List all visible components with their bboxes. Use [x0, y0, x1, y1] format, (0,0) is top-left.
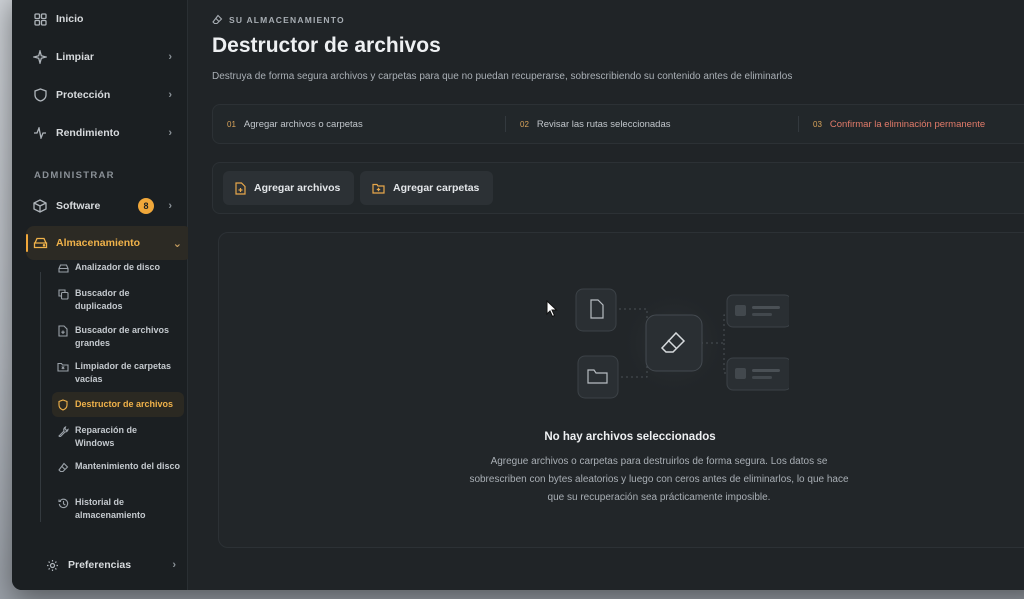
sidebar-item-label: Rendimiento — [56, 127, 120, 139]
sparkle-icon — [32, 49, 48, 65]
chevron-right-icon: › — [168, 89, 172, 101]
step-2: 02 Revisar las rutas seleccionadas — [506, 116, 799, 132]
sidebar-item-label: Inicio — [56, 13, 84, 25]
sub-item-historial-de-almacenamiento[interactable]: Historial de almacenamiento — [52, 496, 170, 522]
sub-item-buscador-de-archivos-grandes[interactable]: Buscador de archivos grandes — [52, 324, 180, 350]
breadcrumb-label: SU ALMACENAMIENTO — [229, 14, 345, 25]
step-label: Agregar archivos o carpetas — [243, 118, 363, 130]
chevron-right-icon: › — [168, 127, 172, 139]
add-folders-label: Agregar carpetas — [393, 182, 480, 194]
folder-icon — [577, 355, 619, 399]
step-number: 01 — [227, 119, 236, 129]
actions-panel: Agregar archivos Agregar carpetas — [212, 162, 1024, 214]
gear-icon — [44, 557, 60, 573]
sidebar-item-proteccion[interactable]: Protección › — [26, 78, 178, 112]
main-content: SU ALMACENAMIENTO Destructor de archivos… — [188, 0, 1024, 590]
step-label: Confirmar la eliminación permanente — [829, 118, 986, 130]
sub-item-label: Historial de almacenamiento — [75, 497, 146, 520]
file-icon — [575, 288, 617, 332]
sub-item-label: Limpiador de carpetas vacías — [75, 361, 172, 384]
eraser-icon — [212, 14, 223, 25]
sidebar-item-label: Almacenamiento — [56, 237, 141, 249]
sidebar-item-label: Limpiar — [56, 51, 94, 63]
page-title: Destructor de archivos — [212, 34, 441, 57]
step-1: 01 Agregar archivos o carpetas — [213, 116, 506, 132]
sidebar-item-software[interactable]: Software 8 › — [26, 189, 178, 223]
chevron-down-icon: ⌄ — [172, 237, 182, 250]
sub-item-label: Reparación de Windows — [75, 425, 138, 448]
folder-x-icon — [57, 361, 69, 373]
step-number: 03 — [813, 119, 822, 129]
list-card-icon — [726, 294, 789, 328]
breadcrumb: SU ALMACENAMIENTO — [212, 14, 345, 25]
file-plus-icon — [57, 325, 69, 337]
page-subtitle: Destruya de forma segura archivos y carp… — [212, 71, 793, 82]
sub-item-label: Buscador de archivos grandes — [75, 325, 170, 348]
step-3: 03 Confirmar la eliminación permanente — [799, 116, 985, 132]
hard-drive-icon — [32, 235, 48, 251]
sub-item-label: Destructor de archivos — [75, 399, 174, 409]
drive-icon — [57, 262, 69, 274]
section-label-administrar: ADMINISTRAR — [34, 170, 115, 181]
sidebar-item-inicio[interactable]: Inicio — [26, 2, 178, 36]
eraser-icon — [57, 461, 69, 473]
sidebar: Inicio Limpiar › Protección › Rendimient… — [12, 0, 192, 590]
file-plus-icon — [235, 181, 246, 195]
empty-state-text: Agregue archivos o carpetas para destrui… — [469, 456, 849, 503]
sidebar-item-preferencias[interactable]: Preferencias › — [38, 548, 182, 582]
add-folders-button[interactable]: Agregar carpetas — [360, 171, 494, 205]
shield-icon — [57, 399, 69, 411]
mouse-cursor-icon — [546, 300, 558, 318]
sidebar-item-label: Protección — [56, 89, 111, 101]
app-window: Inicio Limpiar › Protección › Rendimient… — [12, 0, 1024, 590]
grid-icon — [32, 11, 48, 27]
sub-item-label: Analizador de disco — [75, 262, 161, 272]
shield-icon — [32, 87, 48, 103]
package-icon — [32, 198, 48, 214]
sub-item-label: Buscador de duplicados — [75, 288, 130, 311]
chevron-right-icon: › — [168, 200, 172, 212]
sidebar-item-label: Software — [56, 200, 101, 212]
add-files-button[interactable]: Agregar archivos — [223, 171, 355, 205]
steps-bar: 01 Agregar archivos o carpetas 02 Revisa… — [212, 104, 1024, 144]
sidebar-item-limpiar[interactable]: Limpiar › — [26, 40, 178, 74]
empty-state-panel: No hay archivos seleccionados Agregue ar… — [218, 232, 1024, 548]
sub-item-mantenimiento-del-disco[interactable]: Mantenimiento del disco — [52, 460, 180, 473]
sub-item-limpiador-de-carpetas-vacias[interactable]: Limpiador de carpetas vacías — [52, 360, 180, 386]
empty-state-title: No hay archivos seleccionados — [544, 431, 716, 443]
sub-item-label: Mantenimiento del disco — [75, 461, 181, 471]
software-count-badge: 8 — [138, 198, 154, 214]
sub-item-analizador-de-disco[interactable]: Analizador de disco — [52, 261, 184, 274]
folder-plus-icon — [372, 183, 385, 194]
sub-item-buscador-de-duplicados[interactable]: Buscador de duplicados — [52, 287, 152, 313]
active-indicator — [26, 234, 28, 252]
copy-icon — [57, 288, 69, 300]
step-label: Revisar las rutas seleccionadas — [536, 118, 671, 130]
shredder-illustration — [575, 288, 789, 399]
sidebar-item-label: Preferencias — [68, 559, 132, 571]
eraser-icon — [645, 314, 703, 372]
chevron-right-icon: › — [172, 559, 176, 571]
submenu-guide-line — [40, 272, 41, 522]
history-icon — [57, 497, 69, 509]
step-number: 02 — [520, 119, 529, 129]
pulse-icon — [32, 125, 48, 141]
sidebar-item-almacenamiento[interactable]: Almacenamiento ⌄ — [26, 226, 192, 260]
add-files-label: Agregar archivos — [254, 182, 341, 194]
chevron-right-icon: › — [168, 51, 172, 63]
sub-item-destructor-de-archivos[interactable]: Destructor de archivos — [52, 392, 184, 417]
sidebar-item-rendimiento[interactable]: Rendimiento › — [26, 116, 178, 150]
sub-item-reparacion-de-windows[interactable]: Reparación de Windows — [52, 424, 162, 450]
list-card-icon — [726, 357, 789, 391]
wrench-icon — [57, 425, 69, 437]
